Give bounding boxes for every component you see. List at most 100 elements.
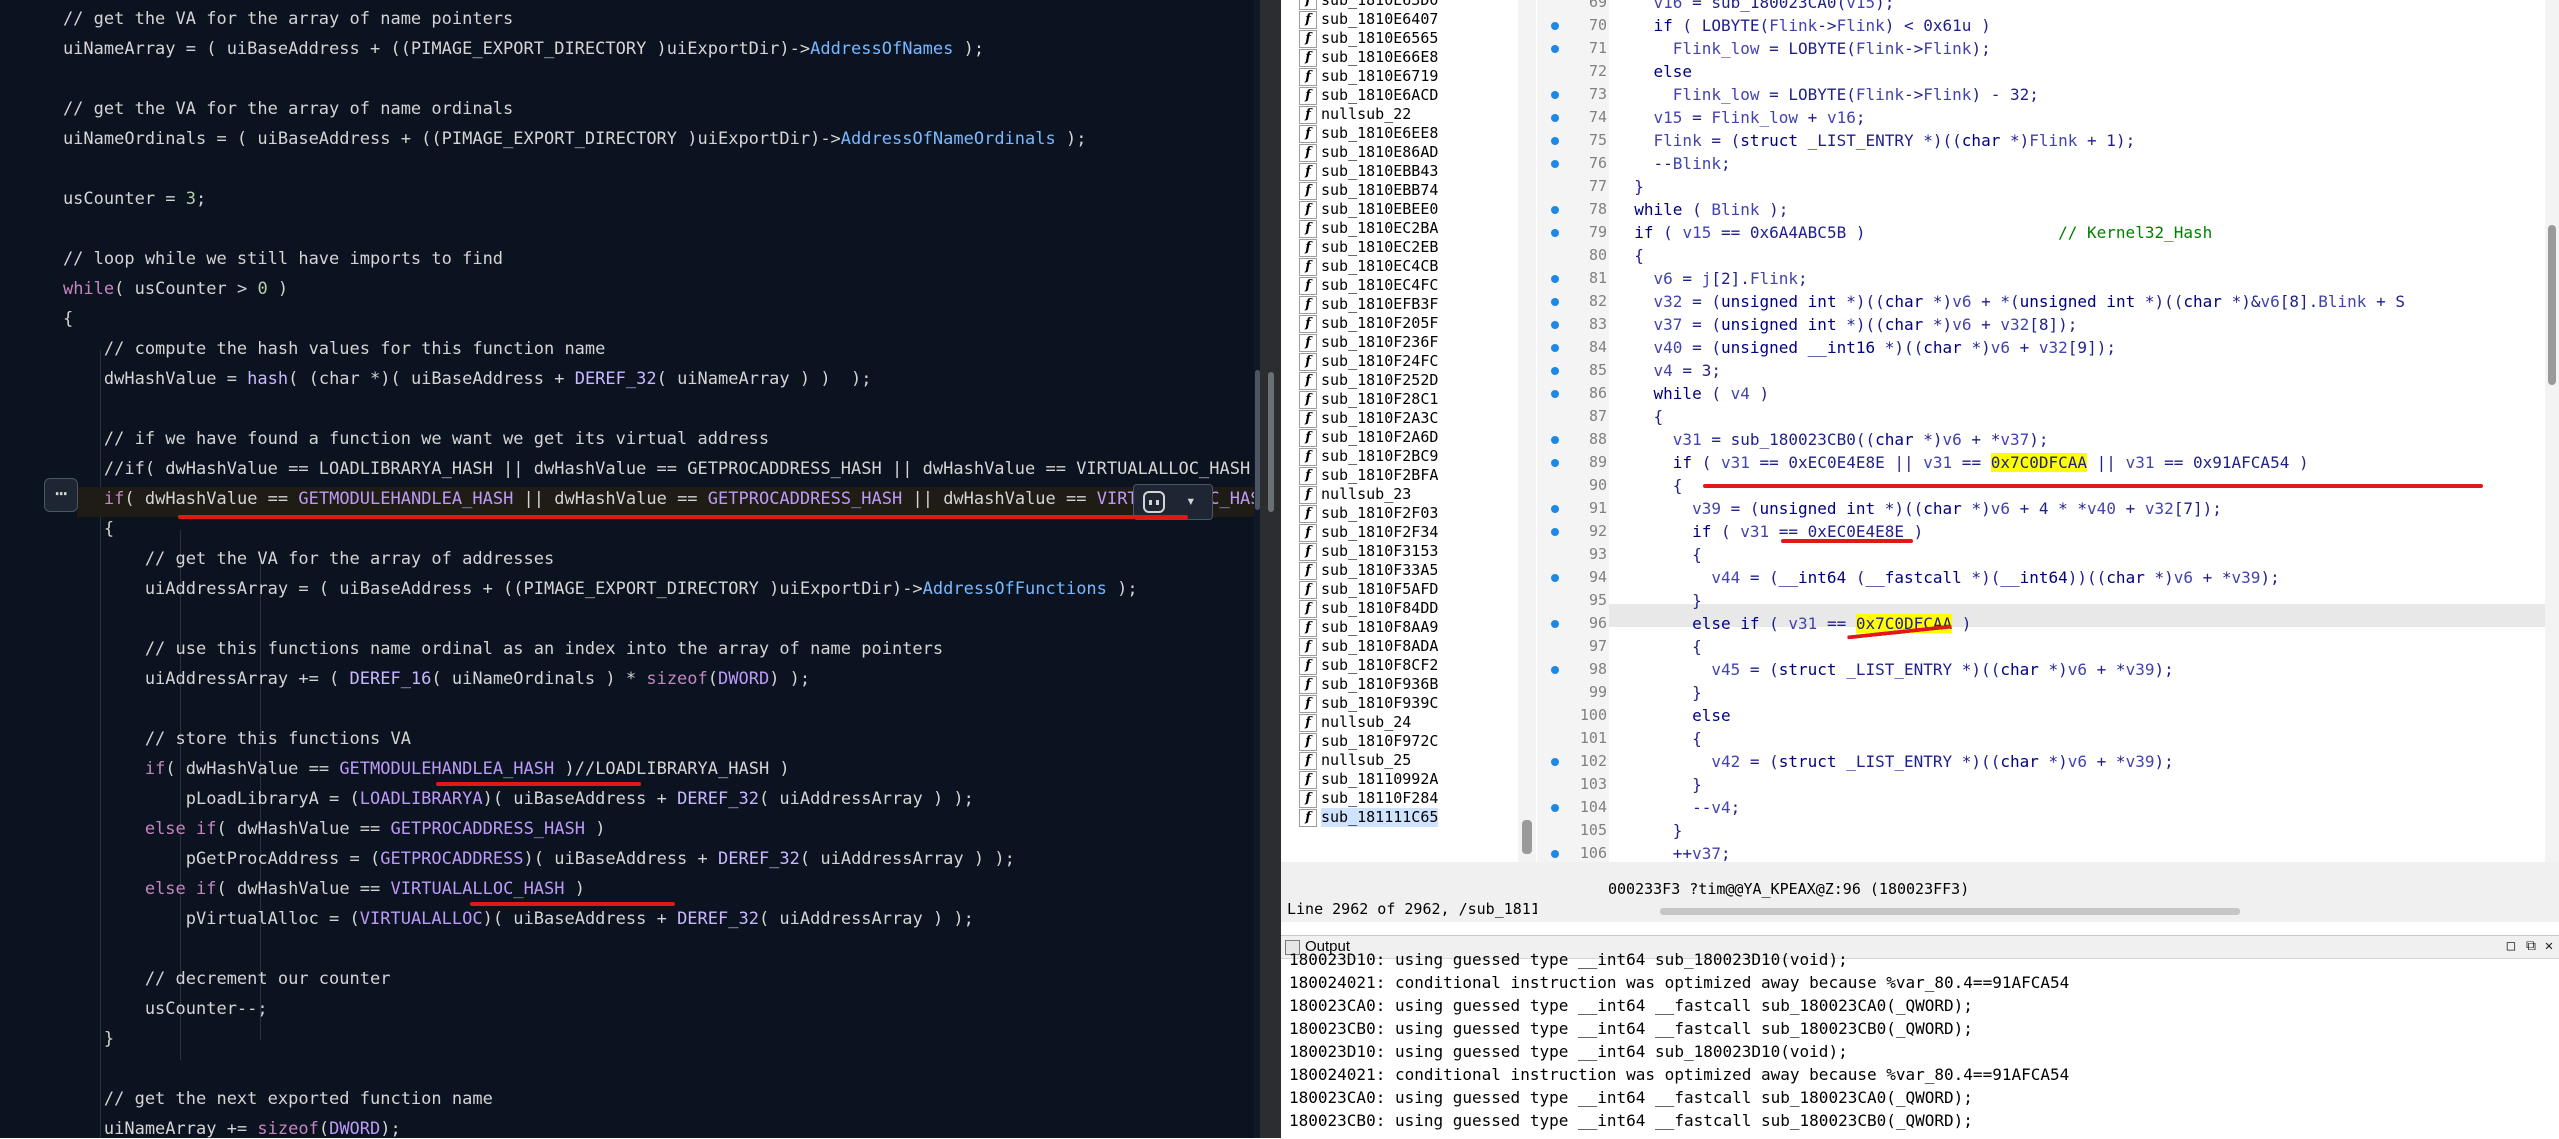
function-list-item[interactable]: f sub_1810F28C1 — [1299, 390, 1438, 409]
pseudocode-line[interactable]: while ( Blink ); — [1615, 198, 1788, 221]
code-line[interactable]: // compute the hash values for this func… — [22, 334, 606, 364]
pseudocode-line[interactable]: --v4; — [1615, 796, 1740, 819]
pseudocode-line[interactable]: if ( v15 == 0x6A4ABC5B ) // Kernel32_Has… — [1615, 221, 2212, 244]
pseudocode-line[interactable]: { — [1615, 244, 1644, 267]
breakpoint-dot-icon[interactable] — [1551, 22, 1559, 30]
code-line[interactable]: // get the VA for the array of name poin… — [22, 4, 513, 34]
breakpoint-dot-icon[interactable] — [1551, 528, 1559, 536]
pseudocode-line[interactable]: v31 = sub_180023CB0((char *)v6 + *v37); — [1615, 428, 2049, 451]
pseudocode-line[interactable]: } — [1615, 589, 1702, 612]
breakpoint-dot-icon[interactable] — [1551, 390, 1559, 398]
code-line[interactable]: while( usCounter > 0 ) — [22, 274, 288, 304]
function-list-item[interactable]: f sub_1810E6ACD — [1299, 86, 1438, 105]
code-line[interactable]: // get the next exported function name — [22, 1084, 493, 1114]
breakpoint-dot-icon[interactable] — [1551, 666, 1559, 674]
breakpoint-dot-icon[interactable] — [1551, 275, 1559, 283]
function-list-item[interactable]: f sub_1810E6EE8 — [1299, 124, 1438, 143]
function-list-item[interactable]: f sub_1810EFB3F — [1299, 295, 1438, 314]
code-line[interactable]: // get the VA for the array of name ordi… — [22, 94, 513, 124]
function-list-item[interactable]: f sub_1810E66E8 — [1299, 48, 1438, 67]
maximize-button[interactable]: □ — [2504, 939, 2518, 953]
close-button[interactable]: ✕ — [2542, 939, 2556, 953]
breakpoint-dot-icon[interactable] — [1551, 160, 1559, 168]
breakpoint-dot-icon[interactable] — [1551, 367, 1559, 375]
code-line[interactable]: // if we have found a function we want w… — [22, 424, 769, 454]
pseudocode-line[interactable]: v39 = (unsigned int *)((char *)v6 + 4 * … — [1615, 497, 2222, 520]
pseudocode-line[interactable]: if ( LOBYTE(Flink->Flink) < 0x61u ) — [1615, 14, 1991, 37]
breakpoint-dot-icon[interactable] — [1551, 758, 1559, 766]
function-list-item[interactable]: f sub_1810F8AA9 — [1299, 618, 1438, 637]
breakpoint-dot-icon[interactable] — [1551, 137, 1559, 145]
breakpoint-dot-icon[interactable] — [1551, 459, 1559, 467]
code-line[interactable]: pGetProcAddress = (GETPROCADDRESS)( uiBa… — [22, 844, 1015, 874]
code-line[interactable]: { — [22, 514, 114, 544]
pseudocode-line[interactable]: v32 = (unsigned int *)((char *)v6 + *(un… — [1615, 290, 2405, 313]
function-list-item[interactable]: f sub_1810F8CF2 — [1299, 656, 1438, 675]
breakpoint-dot-icon[interactable] — [1551, 436, 1559, 444]
scrollbar-thumb[interactable] — [1268, 372, 1274, 512]
function-list-item[interactable]: f sub_1810F972C — [1299, 732, 1438, 751]
function-list-item[interactable]: f sub_181111C65 — [1299, 808, 1439, 827]
pseudocode-line[interactable]: v42 = (struct _LIST_ENTRY *)((char *)v6 … — [1615, 750, 2173, 773]
pseudocode-line[interactable]: v6 = j[2].Flink; — [1615, 267, 1808, 290]
pseudocode-line[interactable]: { — [1615, 543, 1702, 566]
pseudocode-line[interactable]: } — [1615, 175, 1644, 198]
chevron-down-icon[interactable]: ▾ — [1186, 491, 1196, 510]
function-list-item[interactable]: f sub_1810F236F — [1299, 333, 1438, 352]
pseudocode-hscrollbar[interactable] — [1660, 908, 2240, 915]
code-line[interactable]: uiNameArray += sizeof(DWORD); — [22, 1114, 401, 1138]
function-list-item[interactable]: f sub_1810F2F34 — [1299, 523, 1438, 542]
function-list-item[interactable]: f sub_1810E6407 — [1299, 10, 1438, 29]
function-list-item[interactable]: f sub_1810F2A6D — [1299, 428, 1438, 447]
output-window[interactable]: Output □ ⧉ ✕ 180023D10: using guessed ty… — [1281, 935, 2559, 1139]
pseudocode-line[interactable]: while ( v4 ) — [1615, 382, 1770, 405]
pseudocode-line[interactable]: v45 = (struct _LIST_ENTRY *)((char *)v6 … — [1615, 658, 2173, 681]
breakpoint-dot-icon[interactable] — [1551, 321, 1559, 329]
code-line[interactable]: uiNameOrdinals = ( uiBaseAddress + ((PIM… — [22, 124, 1087, 154]
code-line[interactable]: uiAddressArray += ( DEREF_16( uiNameOrdi… — [22, 664, 810, 694]
pseudocode-line[interactable]: if ( v31 == 0xEC0E4E8E || v31 == 0x7C0DF… — [1615, 451, 2309, 474]
function-list-item[interactable]: f sub_1810E6719 — [1299, 67, 1438, 86]
code-line[interactable]: //if( dwHashValue == LOADLIBRARYA_HASH |… — [22, 454, 1260, 484]
function-list-item[interactable]: f sub_1810E63D0 — [1299, 0, 1438, 10]
pseudocode-line[interactable]: Flink_low = LOBYTE(Flink->Flink); — [1615, 37, 1991, 60]
function-list-item[interactable]: f sub_1810F84DD — [1299, 599, 1438, 618]
code-line[interactable]: else if( dwHashValue == VIRTUALALLOC_HAS… — [22, 874, 585, 904]
code-line[interactable]: if( dwHashValue == GETMODULEHANDLEA_HASH… — [22, 484, 1260, 514]
function-list-item[interactable]: f sub_18110992A — [1299, 770, 1438, 789]
function-list-item[interactable]: f sub_1810EBB43 — [1299, 162, 1438, 181]
code-line[interactable]: // use this functions name ordinal as an… — [22, 634, 943, 664]
function-list-item[interactable]: f sub_1810F24FC — [1299, 352, 1438, 371]
pseudocode-line[interactable]: else — [1615, 704, 1731, 727]
breakpoint-dot-icon[interactable] — [1551, 114, 1559, 122]
function-list-item[interactable]: f sub_1810E86AD — [1299, 143, 1438, 162]
source-editor[interactable]: // get the VA for the array of name poin… — [0, 0, 1260, 1138]
function-list-item[interactable]: f sub_1810F936B — [1299, 675, 1438, 694]
function-list-item[interactable]: f sub_1810F5AFD — [1299, 580, 1438, 599]
code-line[interactable]: pLoadLibraryA = (LOADLIBRARYA)( uiBaseAd… — [22, 784, 974, 814]
more-actions-button[interactable]: ⋯ — [44, 478, 78, 512]
pseudocode-view[interactable]: 69 v16 = sub_180023CA0(v15); 70 if ( LOBY… — [1537, 0, 2545, 862]
breakpoint-dot-icon[interactable] — [1551, 298, 1559, 306]
code-line[interactable]: pVirtualAlloc = (VIRTUALALLOC)( uiBaseAd… — [22, 904, 974, 934]
breakpoint-dot-icon[interactable] — [1551, 620, 1559, 628]
function-list-item[interactable]: f sub_1810EC2EB — [1299, 238, 1438, 257]
function-list-item[interactable]: f nullsub_25 — [1299, 751, 1411, 770]
function-list-item[interactable]: f sub_18110F284 — [1299, 789, 1438, 808]
function-list-item[interactable]: f nullsub_22 — [1299, 105, 1411, 124]
code-line[interactable]: if( dwHashValue == GETMODULEHANDLEA_HASH… — [22, 754, 790, 784]
breakpoint-dot-icon[interactable] — [1551, 229, 1559, 237]
code-line[interactable]: uiAddressArray = ( uiBaseAddress + ((PIM… — [22, 574, 1138, 604]
breakpoint-dot-icon[interactable] — [1551, 344, 1559, 352]
function-list-item[interactable]: f sub_1810EC2BA — [1299, 219, 1438, 238]
pseudocode-line[interactable]: { — [1615, 405, 1664, 428]
pseudocode-line[interactable]: else — [1615, 60, 1693, 83]
scrollbar-thumb[interactable] — [1522, 820, 1532, 854]
breakpoint-dot-icon[interactable] — [1551, 206, 1559, 214]
function-list-item[interactable]: f sub_1810EBEE0 — [1299, 200, 1438, 219]
code-line[interactable]: dwHashValue = hash( (char *)( uiBaseAddr… — [22, 364, 872, 394]
function-list-item[interactable]: f sub_1810F2A3C — [1299, 409, 1438, 428]
function-list-item[interactable]: f sub_1810EC4CB — [1299, 257, 1438, 276]
functions-list[interactable]: f sub_1810E63D0 f sub_1810E6407 f sub_1810E65… — [1281, 0, 1538, 862]
function-list-item[interactable]: f sub_1810E6565 — [1299, 29, 1438, 48]
